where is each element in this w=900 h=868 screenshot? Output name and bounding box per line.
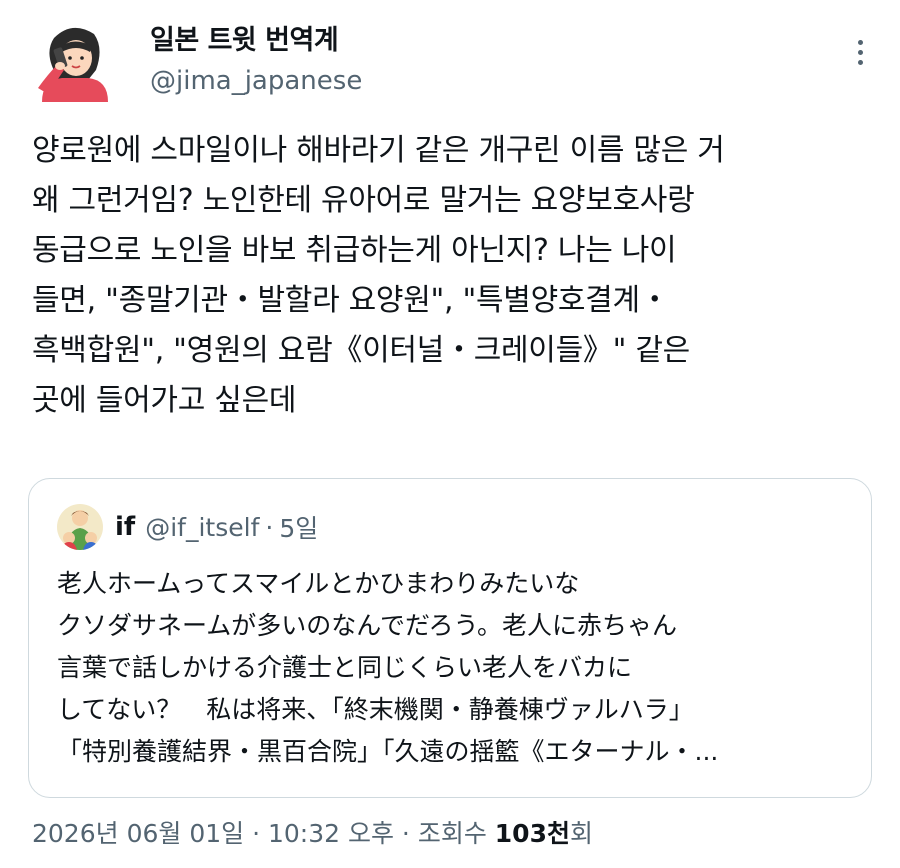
quote-line: 「特別養護結界・黒百合院」「久遠の揺籃《エターナル・... [57,737,719,766]
quote-line: クソダサネームが多いのなんでだろう。老人に赤ちゃん [57,611,678,640]
quote-text: 老人ホームってスマイルとかひまわりみたいな クソダサネームが多いのなんでだろう。… [57,563,857,773]
family-avatar[interactable] [57,504,103,550]
tweet-line: 흑백합원", "영원의 요람《이터널・크레이들》" 같은 [32,333,690,368]
tweet-time[interactable]: 10:32 오후 [268,819,394,848]
quote-timestamp: 5일 [279,514,319,543]
separator-dot: · [265,512,274,542]
tweet-line: 들면, "종말기관・발할라 요양원", "특별양호결계・ [32,283,670,318]
author-avatar[interactable] [32,22,112,102]
author-names: 일본 트윗 번역계 @jima_japanese [150,24,362,98]
quote-line: 言葉で話しかける介護士と同じくらい老人をバカに [57,653,633,682]
quote-author-name: if [115,512,136,542]
more-vertical-icon[interactable] [848,34,872,70]
quote-header: if @if_itself · 5일 [57,503,318,551]
separator-dot: · [393,819,418,848]
tweet-header: 일본 트윗 번역계 @jima_japanese [28,14,878,104]
tweet-line: 양로원에 스마일이나 해바라기 같은 개구린 이름 많은 거 [32,133,725,168]
author-handle[interactable]: @jima_japanese [150,64,362,98]
views-label: 조회수 [417,819,495,848]
tweet-date[interactable]: 2026년 06월 01일 [32,819,244,848]
tweet-meta: 2026년 06월 01일 · 10:32 오후 · 조회수 103천회 [32,814,593,854]
author-display-name[interactable]: 일본 트윗 번역계 [150,24,362,58]
quote-line: してない？ 私は将来、「終末機関・静養棟ヴァルハラ」 [57,695,694,724]
tweet-line: 곳에 들어가고 싶은데 [32,383,297,418]
quoted-tweet[interactable]: if @if_itself · 5일 老人ホームってスマイルとかひまわりみたいな… [28,478,872,798]
tweet-line: 왜 그런거임? 노인한테 유아어로 말거는 요양보호사랑 [32,183,695,218]
quote-author-handle: @if_itself [145,512,260,542]
tweet-text: 양로원에 스마일이나 해바라기 같은 개구린 이름 많은 거 왜 그런거임? 노… [32,126,872,426]
separator-dot: · [244,819,268,848]
tweet-line: 동급으로 노인을 바보 취급하는게 아닌지? 나는 나이 [32,233,677,268]
quote-line: 老人ホームってスマイルとかひまわりみたいな [57,569,580,598]
views-suffix: 회 [569,819,593,848]
views-count: 103천 [494,819,570,848]
